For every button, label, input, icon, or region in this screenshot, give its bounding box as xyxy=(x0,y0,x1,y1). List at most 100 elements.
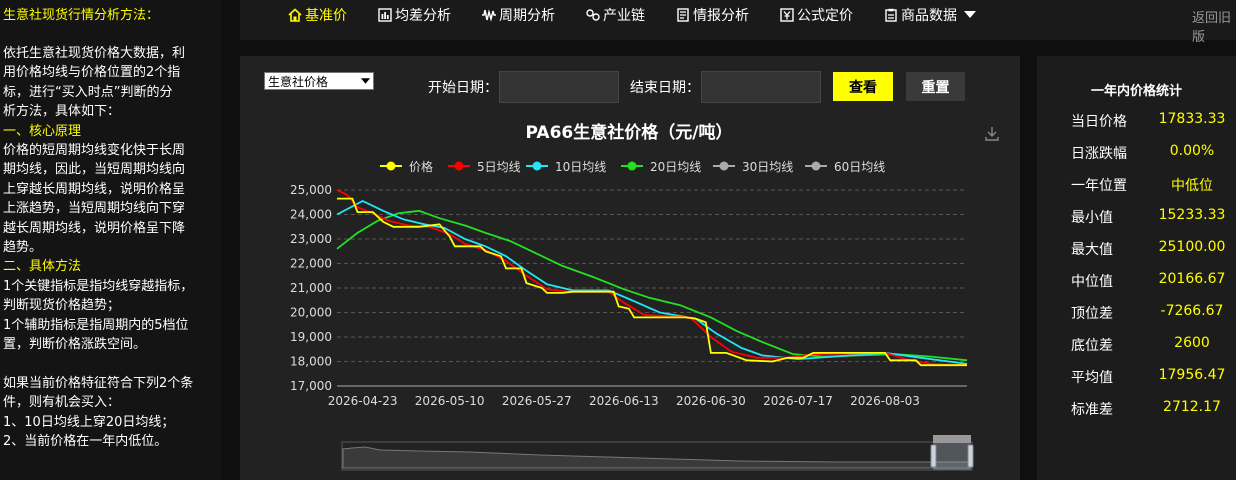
legend-marker xyxy=(811,161,821,171)
legend-marker xyxy=(719,161,729,171)
stat-row: 一年位置 中低位 xyxy=(1037,175,1236,195)
nav-item-intel[interactable]: 情报分析 xyxy=(676,5,749,25)
legend-item[interactable]: 10日均线 xyxy=(555,160,606,174)
stat-row: 平均值 17956.47 xyxy=(1037,367,1236,387)
analysis-method-panel: 生意社现货行情分析方法： 依托生意社现货价格大数据，利 用价格均线与价格位置的2个… xyxy=(0,0,222,480)
stat-value: 2600 xyxy=(1174,335,1210,351)
stat-value: 17956.47 xyxy=(1158,367,1226,383)
y-tick-label: 17,000 xyxy=(290,379,332,393)
yen-icon xyxy=(780,8,794,22)
stat-row: 标准差 2712.17 xyxy=(1037,399,1236,419)
description-line: 上穿越长周期均线，说明价格呈 xyxy=(3,181,186,197)
stat-row: 最小值 15233.33 xyxy=(1037,207,1236,227)
stat-row: 中位值 20166.67 xyxy=(1037,271,1236,291)
description-line: 期均线，因此，当短周期均线向 xyxy=(3,162,186,178)
nav-item-industry-chain[interactable]: 产业链 xyxy=(586,5,645,25)
legend-item[interactable]: 20日均线 xyxy=(650,160,701,174)
y-tick-label: 24,000 xyxy=(290,208,332,222)
legend-item[interactable]: 5日均线 xyxy=(477,160,521,174)
stat-row: 当日价格 17833.33 xyxy=(1037,111,1236,131)
x-tick-label: 2026-04-23 xyxy=(328,394,398,408)
method-description: 依托生意社现货价格大数据，利 用价格均线与价格位置的2个指 标，进行“买入时点”判断… xyxy=(3,44,215,452)
stat-label: 标准差 xyxy=(1071,402,1113,418)
price-stats-panel: 一年内价格统计 当日价格 17833.33 日涨跌幅 0.00% 一年位置 中低位最小值 1… xyxy=(1037,56,1236,480)
zoom-preview-area xyxy=(342,446,972,469)
zoom-handle-left[interactable] xyxy=(930,444,937,468)
stat-label: 当日价格 xyxy=(1071,114,1127,130)
stats-title: 一年内价格统计 xyxy=(1090,84,1182,99)
description-line: 价格的短周期均线变化快于长周 xyxy=(3,143,186,159)
download-icon[interactable] xyxy=(985,127,999,141)
nav-item-commodity-data[interactable]: 商品数据 xyxy=(884,5,976,25)
stat-value: 15233.33 xyxy=(1158,207,1226,223)
nav-item-base-price[interactable]: 基准价 xyxy=(288,5,347,25)
nav-label: 公式定价 xyxy=(797,8,853,24)
stat-value: 17833.33 xyxy=(1158,111,1226,127)
legend-marker xyxy=(386,161,396,171)
legend-marker xyxy=(454,161,464,171)
nav-item-mean-diff[interactable]: 均差分析 xyxy=(378,5,451,25)
x-tick-label: 2026-06-30 xyxy=(676,394,746,408)
legend-item[interactable]: 60日均线 xyxy=(834,160,885,174)
chart-panel: 生意社价格 开始日期： 结束日期： 查看 重置 PA66生意社价格（元/吨） 价格… xyxy=(240,56,1020,480)
zoom-handle-right[interactable] xyxy=(967,444,974,468)
wave-icon xyxy=(482,9,496,22)
stat-row: 最大值 25100.00 xyxy=(1037,239,1236,259)
top-nav: 基准价 均差分析 周期分析 产业链 情报分析 公式定价 商品数据 返回旧版 xyxy=(240,0,1236,45)
stat-value: 2712.17 xyxy=(1163,399,1221,415)
description-line: 判断现货价格趋势； xyxy=(3,298,121,314)
back-to-old-version-link[interactable]: 返回旧版 xyxy=(1192,7,1236,45)
legend-item[interactable]: 30日均线 xyxy=(742,160,793,174)
document-icon xyxy=(677,8,689,22)
stat-value: 0.00% xyxy=(1169,143,1215,159)
y-tick-label: 22,000 xyxy=(290,257,332,271)
stat-value: 25100.00 xyxy=(1158,239,1226,255)
price-chart: PA66生意社价格（元/吨） 价格 5日均线 10日均线 20日均线 30日均线 60日均线… xyxy=(290,122,999,471)
description-line: 一、核心原理 xyxy=(3,123,82,139)
description-line: 1个关键指标是指均线穿越指标， xyxy=(3,278,194,294)
x-tick-label: 2026-07-17 xyxy=(763,394,833,408)
stat-label: 一年位置 xyxy=(1071,178,1127,194)
x-tick-label: 2026-06-13 xyxy=(589,394,659,408)
description-line: 依托生意社现货价格大数据，利 xyxy=(3,46,186,61)
x-tick-label: 2026-05-10 xyxy=(415,394,485,408)
series-line-3 xyxy=(336,209,968,362)
description-line: 1个辅助指标是指周期内的5档位 xyxy=(3,317,189,333)
nav-item-formula-pricing[interactable]: 公式定价 xyxy=(780,5,853,25)
description-line xyxy=(3,355,215,374)
stat-label: 最小值 xyxy=(1071,210,1113,226)
x-tick-label: 2026-08-03 xyxy=(850,394,920,408)
y-tick-label: 18,000 xyxy=(290,355,332,369)
stat-label: 日涨跌幅 xyxy=(1071,146,1127,162)
chart-title: PA66生意社价格（元/吨） xyxy=(526,122,733,143)
description-line: 析方法，具体如下： xyxy=(3,104,121,120)
description-line: 置，判断价格涨跌空间。 xyxy=(3,337,147,353)
zoom-selection[interactable] xyxy=(933,442,971,470)
stat-row: 底位差 2600 xyxy=(1037,335,1236,355)
y-tick-label: 21,000 xyxy=(290,281,332,295)
y-tick-label: 23,000 xyxy=(290,232,332,246)
series-line-0 xyxy=(337,197,967,367)
y-tick-label: 19,000 xyxy=(290,330,332,344)
nav-label: 产业链 xyxy=(603,8,645,24)
nav-item-cycle[interactable]: 周期分析 xyxy=(482,5,555,25)
stat-row: 日涨跌幅 0.00% xyxy=(1037,143,1236,163)
y-tick-label: 20,000 xyxy=(290,306,332,320)
stat-row: 顶位差 -7266.67 xyxy=(1037,303,1236,323)
stat-label: 平均值 xyxy=(1071,370,1113,386)
description-line: 如果当前价格特征符合下列2个条 xyxy=(3,375,194,391)
nav-label: 基准价 xyxy=(305,8,347,24)
description-line: 越长周期均线，说明价格呈下降 xyxy=(3,220,186,236)
nav-label: 均差分析 xyxy=(395,8,451,24)
bar-chart-icon xyxy=(378,8,392,22)
panel-title: 生意社现货行情分析方法： xyxy=(3,8,160,23)
description-line: 上涨趋势，当短周期均线向下穿 xyxy=(3,201,186,217)
clipboard-icon xyxy=(885,8,897,22)
legend-item[interactable]: 价格 xyxy=(409,159,433,174)
description-line: 趋势。 xyxy=(3,240,43,256)
stat-label: 中位值 xyxy=(1071,274,1113,290)
home-icon xyxy=(288,8,302,22)
zoom-drag-bar[interactable] xyxy=(933,435,971,443)
y-tick-label: 25,000 xyxy=(290,183,332,197)
x-tick-label: 2026-05-27 xyxy=(502,394,572,408)
